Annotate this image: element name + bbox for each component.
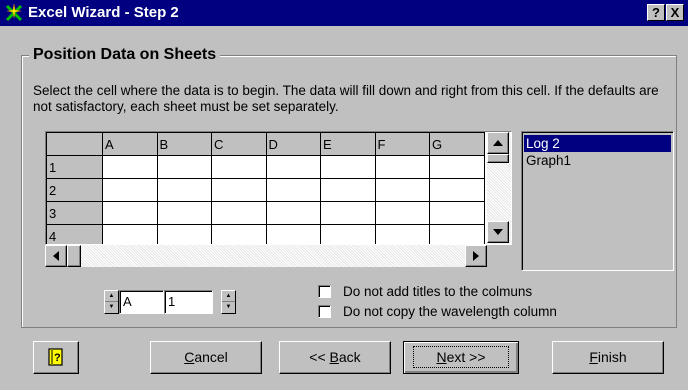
grid-cell[interactable] [320, 224, 376, 244]
grid-table[interactable]: A B C D E F G 1 2 3 4 [46, 132, 485, 244]
horizontal-scroll-thumb[interactable] [67, 245, 81, 267]
grid-cell[interactable] [156, 155, 212, 179]
grid-cell[interactable] [429, 224, 485, 244]
grid-horizontal-scrollbar[interactable] [45, 245, 487, 267]
start-column-field[interactable]: A [119, 290, 164, 314]
grid-cell[interactable] [320, 178, 376, 202]
grid-cell[interactable] [211, 224, 267, 244]
cell-grid[interactable]: A B C D E F G 1 2 3 4 [45, 131, 512, 245]
column-header-f[interactable]: F [374, 132, 430, 156]
grid-cell[interactable] [156, 224, 212, 244]
arrow-down-icon [493, 229, 503, 235]
next-label-rest: ext >> [446, 349, 486, 365]
help-button[interactable]: ? [33, 341, 79, 374]
column-spinner[interactable]: ▲ ▼ [104, 290, 119, 314]
cancel-button[interactable]: Cancel [150, 341, 262, 374]
no-wavelength-label[interactable]: Do not copy the wavelength column [343, 304, 557, 320]
column-header-g[interactable]: G [429, 132, 485, 156]
grid-row: 3 [46, 201, 485, 225]
column-header-d[interactable]: D [265, 132, 321, 156]
grid-cell[interactable] [429, 155, 485, 179]
excel-wizard-icon [5, 3, 23, 22]
grid-cell[interactable] [102, 224, 158, 244]
back-button[interactable]: << Back [279, 341, 391, 374]
close-button[interactable]: X [666, 4, 684, 21]
svg-text:?: ? [54, 352, 61, 364]
no-titles-checkbox[interactable] [318, 285, 331, 298]
row-down-arrow-icon[interactable]: ▼ [222, 302, 235, 313]
grid-cell[interactable] [374, 155, 430, 179]
scroll-down-button[interactable] [487, 221, 509, 243]
column-up-arrow-icon[interactable]: ▲ [105, 291, 118, 302]
column-header-c[interactable]: C [211, 132, 267, 156]
grid-cell[interactable] [320, 201, 376, 225]
no-wavelength-checkbox[interactable] [318, 305, 331, 318]
help-book-icon: ? [48, 348, 63, 366]
title-bar[interactable]: Excel Wizard - Step 2 ? X [0, 0, 688, 26]
window-title: Excel Wizard - Step 2 [28, 4, 179, 21]
grid-row: 1 [46, 155, 485, 179]
back-prefix: << [309, 349, 330, 365]
column-down-arrow-icon[interactable]: ▼ [105, 302, 118, 313]
grid-cell[interactable] [265, 201, 321, 225]
arrow-right-icon [473, 251, 479, 261]
back-label-rest: ack [338, 349, 361, 365]
back-mnemonic: B [329, 349, 339, 365]
cancel-mnemonic: C [184, 349, 195, 365]
finish-label-rest: inish [597, 349, 627, 365]
grid-cell[interactable] [320, 155, 376, 179]
scroll-right-button[interactable] [465, 245, 487, 267]
grid-cell[interactable] [211, 201, 267, 225]
grid-corner[interactable] [46, 132, 103, 156]
grid-cell[interactable] [429, 178, 485, 202]
grid-cell[interactable] [102, 201, 158, 225]
row-header-3[interactable]: 3 [46, 201, 103, 225]
grid-row: 2 [46, 178, 485, 202]
column-header-e[interactable]: E [320, 132, 376, 156]
scroll-left-button[interactable] [45, 245, 67, 267]
grid-cell[interactable] [265, 155, 321, 179]
finish-mnemonic: F [589, 349, 598, 365]
grid-cell[interactable] [156, 201, 212, 225]
next-mnemonic: N [436, 349, 447, 365]
no-titles-label[interactable]: Do not add titles to the colmuns [343, 284, 532, 300]
sheet-item-graph1[interactable]: Graph1 [524, 152, 671, 169]
sheet-item-log-2[interactable]: Log 2 [524, 135, 671, 152]
grid-cell[interactable] [102, 178, 158, 202]
row-header-2[interactable]: 2 [46, 178, 103, 202]
grid-cell[interactable] [265, 224, 321, 244]
grid-cell[interactable] [156, 178, 212, 202]
grid-cell[interactable] [429, 201, 485, 225]
grid-vertical-scrollbar[interactable] [487, 132, 511, 244]
row-header-4[interactable]: 4 [46, 224, 103, 244]
next-button[interactable]: Next >> [403, 341, 519, 374]
grid-row: 4 [46, 224, 485, 244]
next-focus-rect: Next >> [413, 346, 509, 368]
sheet-list[interactable]: Log 2 Graph1 [521, 131, 674, 271]
grid-cell[interactable] [374, 224, 430, 244]
vertical-scroll-thumb[interactable] [487, 154, 509, 163]
start-row-field[interactable]: 1 [164, 290, 213, 314]
grid-cell[interactable] [265, 178, 321, 202]
finish-button[interactable]: Finish [552, 341, 664, 374]
instructions-text: Select the cell where the data is to beg… [33, 83, 659, 114]
row-spinner[interactable]: ▲ ▼ [221, 290, 236, 314]
arrow-left-icon [53, 251, 59, 261]
cancel-label-rest: ancel [194, 349, 228, 365]
arrow-up-icon [493, 140, 503, 146]
row-header-1[interactable]: 1 [46, 155, 103, 179]
title-help-button[interactable]: ? [647, 4, 665, 21]
grid-cell[interactable] [374, 201, 430, 225]
grid-cell[interactable] [211, 178, 267, 202]
row-up-arrow-icon[interactable]: ▲ [222, 291, 235, 302]
group-title: Position Data on Sheets [29, 45, 221, 65]
column-header-b[interactable]: B [156, 132, 212, 156]
grid-cell[interactable] [211, 155, 267, 179]
grid-cell[interactable] [102, 155, 158, 179]
scroll-up-button[interactable] [487, 132, 509, 154]
grid-cell[interactable] [374, 178, 430, 202]
column-header-a[interactable]: A [102, 132, 158, 156]
